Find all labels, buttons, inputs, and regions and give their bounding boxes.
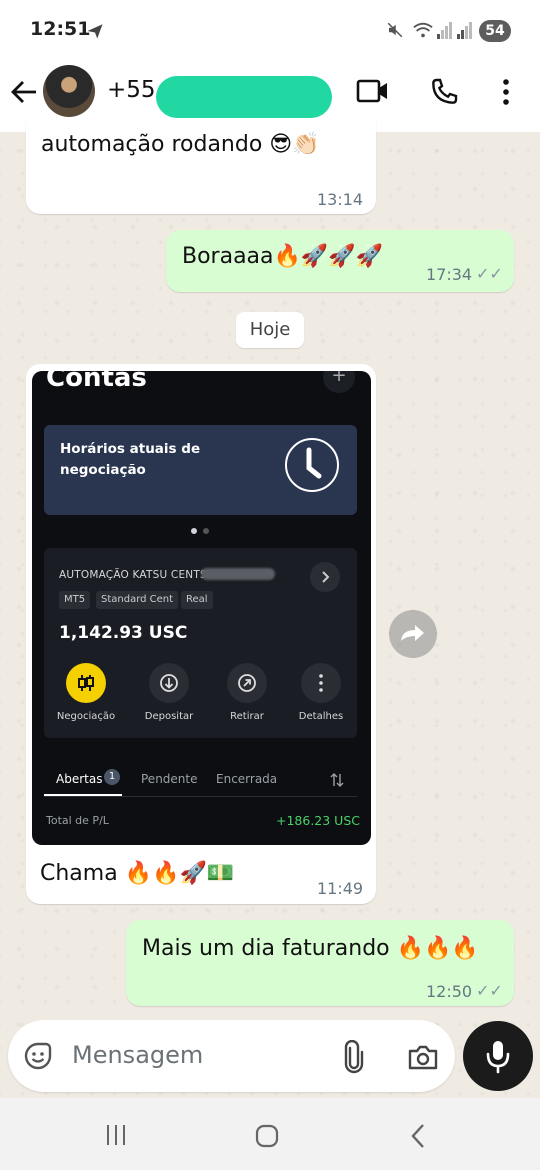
message-time: 12:50 <box>426 982 473 1001</box>
tab-closed: Encerrada <box>216 772 278 786</box>
chevron-right-icon <box>310 562 340 592</box>
message-text: Boraaaa🔥🚀🚀🚀 <box>182 244 384 269</box>
nav-recents-icon[interactable] <box>104 1123 128 1151</box>
withdraw-icon <box>227 663 267 703</box>
message-text: automação rodando 😎👏🏻 <box>41 132 320 157</box>
redaction-mark <box>156 76 332 118</box>
open-count-badge: 1 <box>104 769 120 785</box>
forward-icon[interactable] <box>389 610 437 658</box>
message-bubble-outgoing[interactable]: Mais um dia faturando 🔥🔥🔥 12:50 ✓✓ <box>126 920 514 1006</box>
read-receipt-icon: ✓✓ <box>476 264 503 283</box>
message-bubble-incoming[interactable]: automação rodando 😎👏🏻 13:14 <box>26 120 376 214</box>
sort-icon <box>330 772 344 791</box>
message-time: 17:34 <box>426 265 473 284</box>
message-input[interactable]: Mensagem <box>72 1041 203 1069</box>
mute-icon <box>386 21 404 43</box>
trading-hours-card: Horários atuais de negociação <box>44 425 357 515</box>
message-time: 11:49 <box>317 879 364 898</box>
clock-icon <box>285 438 339 492</box>
wifi-icon <box>412 20 434 44</box>
account-balance: 1,142.93 USC <box>59 623 188 643</box>
nav-home-icon[interactable] <box>254 1123 280 1153</box>
tab-active-indicator <box>44 794 122 796</box>
account-tag: Standard Cent <box>96 591 179 609</box>
tab-open: Abertas <box>56 772 103 786</box>
camera-icon[interactable] <box>407 1042 439 1076</box>
signal-icon <box>437 21 453 43</box>
avatar[interactable] <box>43 65 95 117</box>
date-separator: Hoje <box>236 312 304 348</box>
video-call-icon[interactable] <box>356 78 390 108</box>
deposit-icon <box>149 663 189 703</box>
tab-divider <box>44 796 357 797</box>
attach-icon[interactable] <box>341 1039 367 1078</box>
back-arrow-icon[interactable] <box>10 79 38 109</box>
message-time: 13:14 <box>317 190 364 209</box>
action-label: Depositar <box>144 711 194 722</box>
message-caption: Chama 🔥🔥🚀💵 <box>40 861 235 886</box>
send-icon <box>86 22 104 44</box>
pl-label: Total de P/L <box>46 814 109 827</box>
tab-pending: Pendente <box>141 772 198 786</box>
more-icon <box>301 663 341 703</box>
phone-icon[interactable] <box>428 76 460 112</box>
status-time: 12:51 <box>30 18 91 40</box>
message-bubble-outgoing[interactable]: Boraaaa🔥🚀🚀🚀 17:34 ✓✓ <box>166 230 514 292</box>
trading-hours-label: Horários atuais de negociação <box>60 441 201 478</box>
action-label: Retirar <box>230 711 264 722</box>
trade-icon <box>66 663 106 703</box>
mic-icon[interactable] <box>463 1021 533 1091</box>
account-name: AUTOMAÇÃO KATSU CENTS <box>59 569 207 581</box>
account-tag: MT5 <box>59 591 91 609</box>
orders-tabs: Abertas 1 Pendente Encerrada <box>44 766 357 798</box>
read-receipt-icon: ✓✓ <box>476 981 503 1000</box>
blurred-account-id <box>201 568 275 580</box>
image-attachment[interactable]: Contas + Horários atuais de negociação A… <box>32 371 371 845</box>
action-label: Detalhes <box>298 711 344 722</box>
action-label: Negociação <box>56 711 116 722</box>
screenshot-title: Contas <box>46 371 147 393</box>
pl-value: +186.23 USC <box>276 813 360 828</box>
emoji-icon[interactable] <box>22 1040 54 1076</box>
message-text: Mais um dia faturando 🔥🔥🔥 <box>142 936 479 961</box>
nav-back-icon[interactable] <box>408 1122 428 1154</box>
carousel-dots <box>190 520 214 539</box>
account-card: AUTOMAÇÃO KATSU CENTS MT5 Standard Cent … <box>44 548 357 738</box>
add-icon: + <box>323 371 355 393</box>
battery-level: 54 <box>479 20 511 42</box>
more-vert-icon[interactable] <box>500 78 512 110</box>
account-tag: Real <box>181 591 213 609</box>
signal-icon <box>457 21 473 43</box>
